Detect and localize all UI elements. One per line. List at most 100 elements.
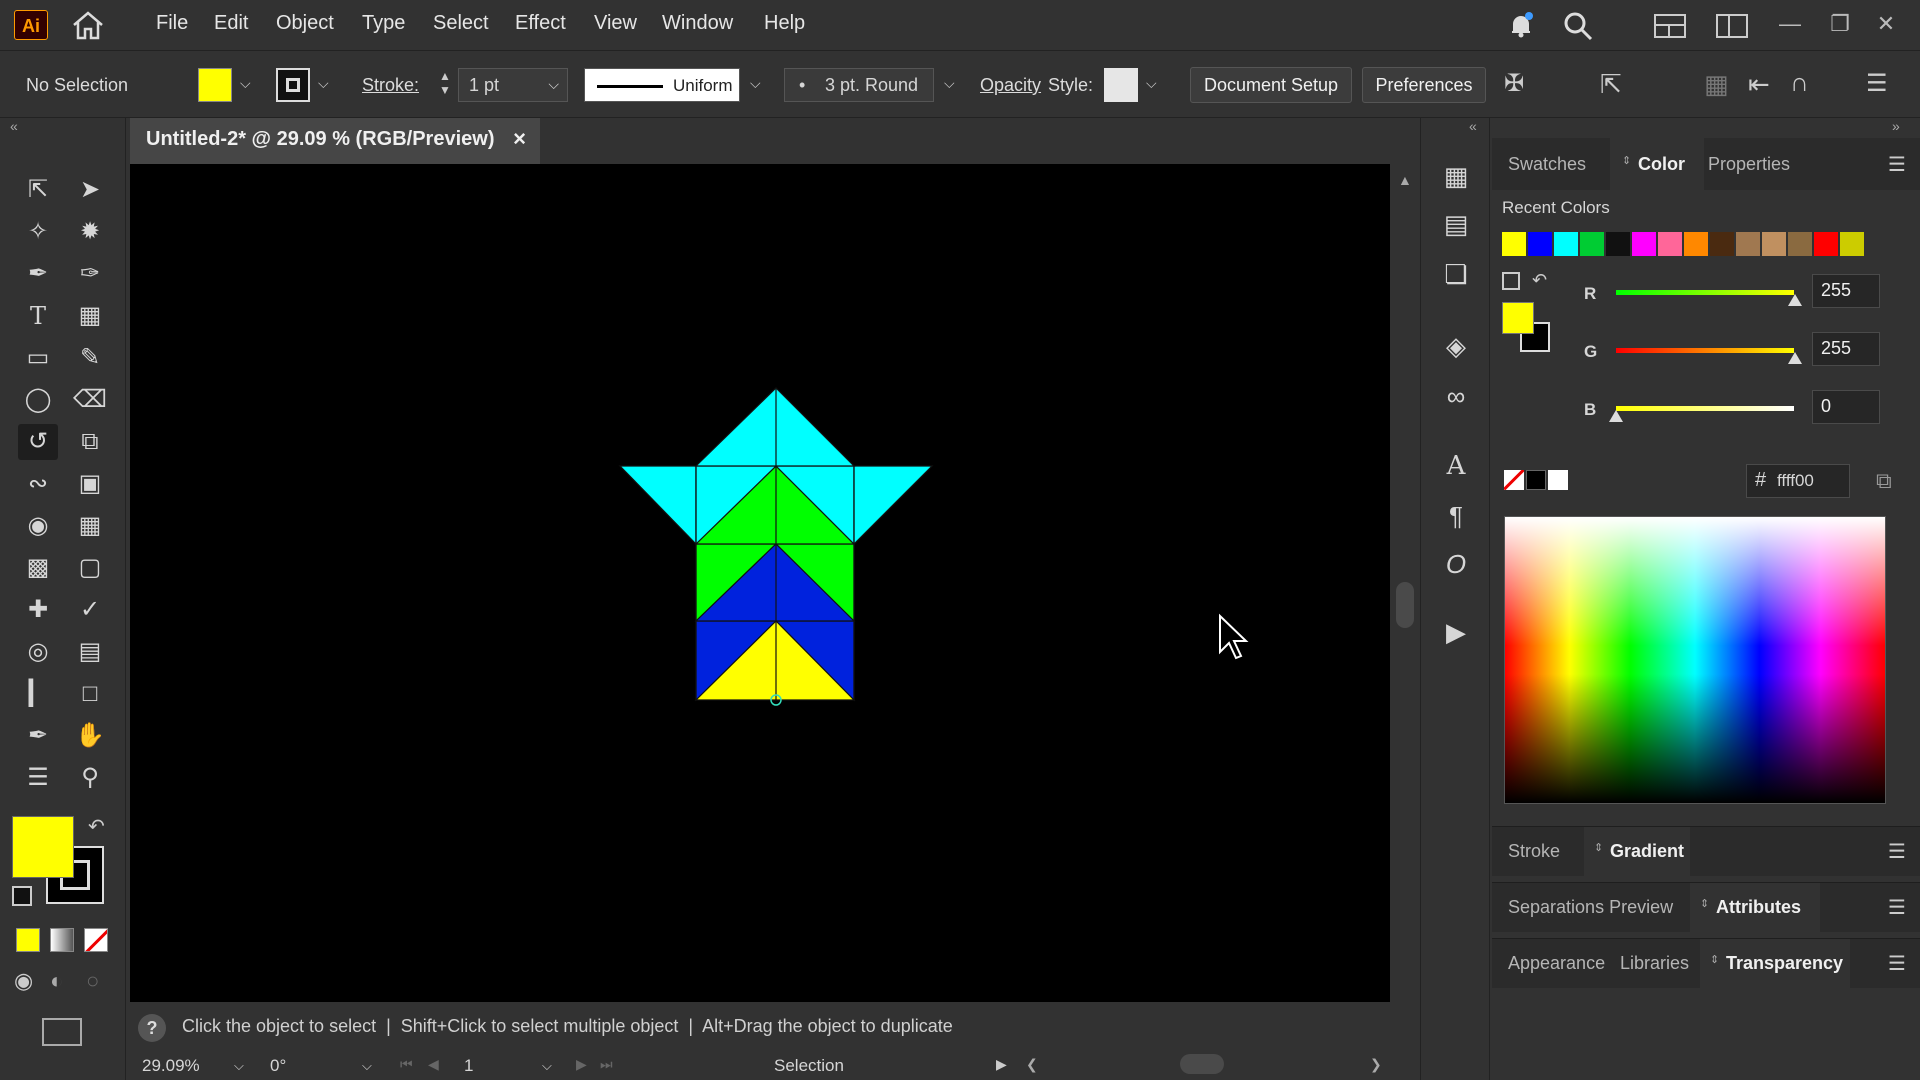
preferences-button[interactable]: Preferences [1362, 67, 1486, 103]
tab-gradient-active[interactable]: ⇕ Gradient [1584, 827, 1690, 877]
shape-builder-tool-icon[interactable]: ◉ [18, 508, 58, 544]
none-swatch-icon[interactable] [1504, 470, 1524, 490]
brush-chevron-icon[interactable]: ⌵ [944, 75, 955, 92]
artboard-number-field[interactable]: 1 ⌵ [456, 1052, 562, 1080]
variable-width-profile[interactable]: Uniform [584, 68, 740, 102]
recent-swatch[interactable] [1788, 232, 1812, 256]
zoom-tool-icon[interactable]: ⚲ [70, 760, 110, 796]
lasso-tool-icon[interactable]: ✹ [70, 214, 110, 250]
tab-stroke[interactable]: Stroke [1508, 841, 1560, 862]
last-artboard-icon[interactable]: ⏭ [600, 1056, 613, 1073]
b-value-field[interactable]: 0 [1812, 390, 1880, 424]
pathfinder-panel-icon[interactable]: ❏ [1438, 256, 1474, 292]
r-slider[interactable] [1616, 290, 1794, 295]
menu-window[interactable]: Window [662, 12, 733, 35]
color-spectrum[interactable] [1504, 516, 1886, 804]
rotate-tool-icon[interactable]: ↺ [18, 424, 58, 460]
eraser-tool-icon[interactable]: ⌫ [70, 382, 110, 418]
recent-swatch[interactable] [1658, 232, 1682, 256]
stroke-label[interactable]: Stroke: [362, 75, 419, 96]
g-slider-thumb[interactable] [1788, 352, 1802, 364]
rotation-field[interactable]: 0° ⌵ [262, 1052, 380, 1080]
actions-panel-icon[interactable]: ▶ [1438, 614, 1474, 650]
rectangle-tool-icon[interactable]: ▭ [18, 340, 58, 376]
notification-bell-icon[interactable] [1506, 10, 1536, 40]
panel-menu-icon[interactable]: ☰ [1888, 152, 1906, 177]
recent-swatch[interactable] [1684, 232, 1708, 256]
selection-tool-icon[interactable]: ⇱ [18, 172, 58, 208]
zoom-field[interactable]: 29.09% ⌵ [134, 1052, 252, 1080]
menu-file[interactable]: File [156, 12, 188, 35]
zoom-chevron-icon[interactable]: ⌵ [234, 1058, 244, 1074]
workspace-switcher-icon[interactable] [1654, 14, 1686, 38]
tab-properties[interactable]: Properties [1708, 154, 1790, 175]
export-icon[interactable]: ⇱ [1600, 69, 1632, 101]
menu-view[interactable]: View [594, 12, 637, 35]
copy-color-icon[interactable]: ⧉ [1876, 468, 1892, 494]
width-tool-icon[interactable]: ∾ [18, 466, 58, 502]
artboard-canvas[interactable] [130, 164, 1390, 1002]
stroke-stepper-icon[interactable]: ▲ ▼ [436, 69, 454, 101]
collapse-icon-column-icon[interactable]: « [1469, 118, 1477, 134]
recent-swatch[interactable] [1580, 232, 1604, 256]
character-panel-icon[interactable]: A [1438, 448, 1474, 484]
collapse-toolbar-icon[interactable]: « [10, 118, 18, 134]
layers-panel-icon[interactable]: ◈ [1438, 328, 1474, 364]
draw-normal-icon[interactable]: ◉ [14, 968, 33, 994]
slice-tool-icon[interactable]: ✒ [18, 718, 58, 754]
style-chevron-icon[interactable]: ⌵ [1146, 75, 1157, 92]
free-transform-tool-icon[interactable]: ▣ [70, 466, 110, 502]
column-graph-tool-icon[interactable]: ▎ [18, 676, 58, 712]
stroke-weight-field[interactable]: 1 pt ⌵ [458, 68, 568, 102]
direct-selection-tool-icon[interactable]: ➤ [70, 172, 110, 208]
white-swatch[interactable] [1548, 470, 1568, 490]
recent-swatch[interactable] [1762, 232, 1786, 256]
close-window-icon[interactable]: ✕ [1868, 6, 1904, 42]
fill-color-indicator[interactable] [12, 816, 74, 878]
paintbrush-tool-icon[interactable]: ✎ [70, 340, 110, 376]
none-mode-icon[interactable] [84, 928, 108, 952]
tab-libraries[interactable]: Libraries [1620, 953, 1689, 974]
anchor-icon[interactable]: ∩ [1790, 67, 1830, 99]
menu-effect[interactable]: Effect [515, 12, 566, 35]
hand-tool-icon[interactable]: ✋ [70, 718, 110, 754]
menu-type[interactable]: Type [362, 12, 405, 35]
r-value-field[interactable]: 255 [1812, 274, 1880, 308]
scroll-left-icon[interactable]: ❮ [1026, 1056, 1038, 1073]
tab-swatches[interactable]: Swatches [1508, 154, 1586, 175]
r-slider-thumb[interactable] [1788, 294, 1802, 306]
menu-select[interactable]: Select [433, 12, 489, 35]
next-artboard-icon[interactable]: ▶ [576, 1056, 587, 1073]
help-icon[interactable]: ? [138, 1014, 166, 1042]
tab-color-active[interactable]: Color ⇕ [1610, 138, 1704, 190]
tab-attributes-active[interactable]: ⇕ Attributes [1690, 883, 1820, 933]
fill-dropdown-chevron-icon[interactable]: ⌵ [240, 75, 251, 92]
collapse-panels-icon[interactable]: » [1892, 118, 1900, 134]
swap-colors-mini-icon[interactable]: ↶ [1532, 270, 1547, 291]
draw-behind-icon[interactable]: ◐ [50, 968, 63, 994]
previous-artboard-icon[interactable]: ◀ [428, 1056, 439, 1073]
draw-inside-icon[interactable]: ○ [86, 968, 99, 994]
table-tool-icon[interactable]: ▦ [70, 298, 110, 334]
attributes-menu-icon[interactable]: ☰ [1888, 895, 1906, 920]
shaper-tool-icon[interactable]: ◯ [18, 382, 58, 418]
type-tool-icon[interactable]: T [18, 298, 58, 334]
tab-separations-preview[interactable]: Separations Preview [1508, 897, 1673, 918]
puppet-warp-icon[interactable]: ✠ [1504, 69, 1544, 101]
profile-chevron-icon[interactable]: ⌵ [750, 75, 761, 92]
recent-swatch[interactable] [1632, 232, 1656, 256]
stroke-dropdown-chevron-icon[interactable]: ⌵ [318, 75, 329, 92]
document-setup-button[interactable]: Document Setup [1190, 67, 1352, 103]
gradient-tool-icon[interactable]: ▢ [70, 550, 110, 586]
close-document-icon[interactable]: × [513, 126, 526, 152]
stroke-gradient-menu-icon[interactable]: ☰ [1888, 839, 1906, 864]
recent-swatch[interactable] [1710, 232, 1734, 256]
fill-swatch[interactable] [198, 68, 232, 102]
recent-swatch[interactable] [1736, 232, 1760, 256]
g-value-field[interactable]: 255 [1812, 332, 1880, 366]
control-bar-menu-icon[interactable]: ☰ [1866, 69, 1898, 101]
mesh-tool-icon[interactable]: ▩ [18, 550, 58, 586]
magic-wand-tool-icon[interactable]: ✧ [18, 214, 58, 250]
g-slider[interactable] [1616, 348, 1794, 353]
brush-definition[interactable]: • 3 pt. Round [784, 68, 934, 102]
